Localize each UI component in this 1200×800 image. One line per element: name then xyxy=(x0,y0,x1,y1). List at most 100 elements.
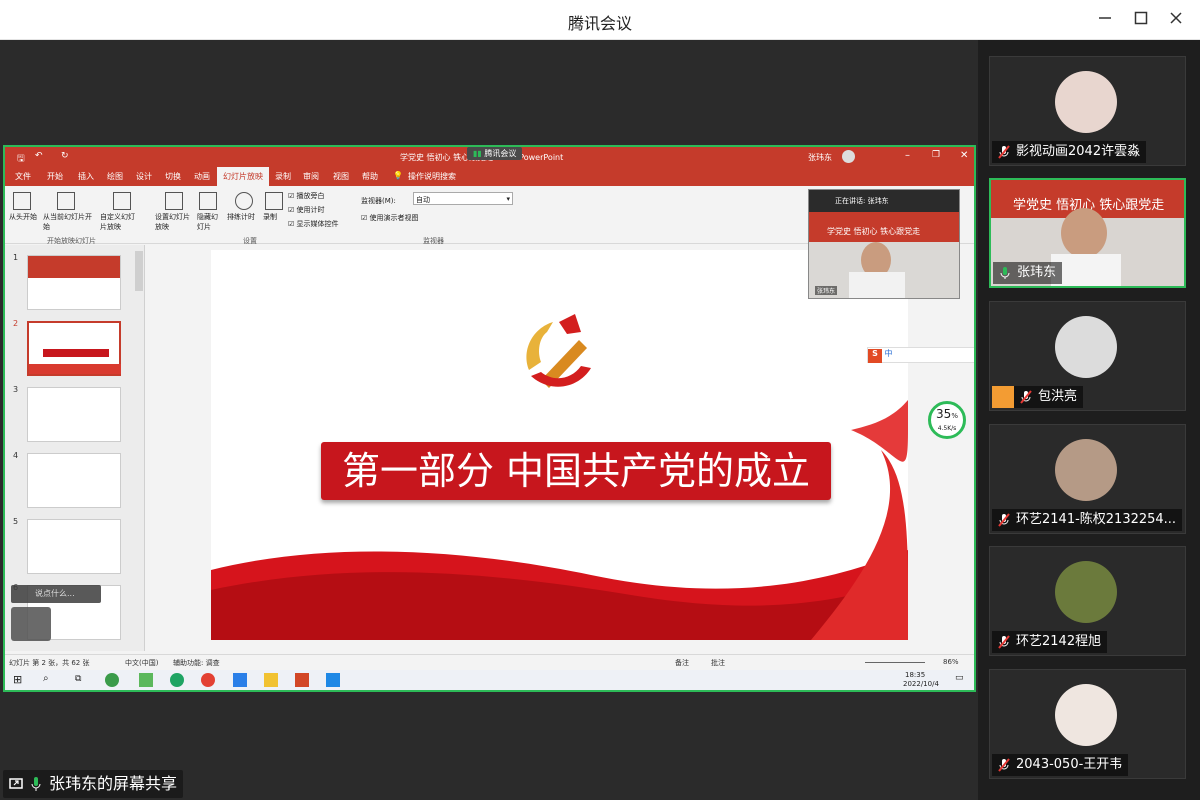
monitor-select[interactable]: 自动 ▾ xyxy=(413,192,513,205)
zoom-slider[interactable] xyxy=(865,662,925,663)
windows-start-icon[interactable]: ⊞ xyxy=(13,673,22,686)
slide-thumb-2[interactable] xyxy=(27,321,121,376)
record-icon[interactable] xyxy=(265,192,283,210)
tab-help[interactable]: 帮助 xyxy=(362,171,378,182)
tab-review[interactable]: 审阅 xyxy=(303,171,319,182)
rehearse-button[interactable]: 排练计时 xyxy=(227,212,255,222)
save-icon[interactable]: 🖫 xyxy=(17,151,25,167)
redo-icon[interactable]: ↻ xyxy=(61,151,69,161)
avatar xyxy=(1055,684,1117,746)
restore-icon[interactable]: ❐ xyxy=(932,150,940,160)
tab-animations[interactable]: 动画 xyxy=(194,171,210,182)
participant-tile[interactable]: 影视动画2042许雲淼 xyxy=(989,56,1186,166)
avatar xyxy=(1061,208,1107,258)
sogou-icon: S xyxy=(868,349,882,363)
slide-thumb-1[interactable] xyxy=(27,255,121,310)
play-from-current-icon[interactable] xyxy=(57,192,75,210)
speaker-pip[interactable]: 正在讲话: 张玮东 学党史 悟初心 铁心跟党走 张玮东 xyxy=(808,189,960,299)
tab-slideshow[interactable]: 幻灯片放映 xyxy=(217,167,269,186)
user-avatar-icon[interactable] xyxy=(842,150,855,163)
share-icon xyxy=(9,778,23,789)
close-icon xyxy=(1170,12,1182,24)
participant-tile[interactable]: 环艺2141-陈权2132254... xyxy=(989,424,1186,534)
mic-active-icon xyxy=(1000,267,1010,279)
participant-tile[interactable]: 包洪亮 xyxy=(989,301,1186,411)
network-speed-widget[interactable]: 35% 4.5K/s xyxy=(928,401,966,439)
tab-home[interactable]: 开始 xyxy=(47,171,63,182)
hide-slide-button[interactable]: 隐藏幻灯片 xyxy=(197,212,221,232)
list-icon[interactable] xyxy=(11,607,51,641)
setup-button[interactable]: 设置幻灯片放映 xyxy=(155,212,195,232)
setup-icon[interactable] xyxy=(165,192,183,210)
window-title: 腾讯会议 xyxy=(567,14,632,33)
play-from-start-icon[interactable] xyxy=(13,192,31,210)
slide-thumb-3[interactable] xyxy=(27,387,121,442)
chat-input-hint[interactable]: 说点什么... xyxy=(11,585,101,603)
minimize-button[interactable] xyxy=(1093,8,1117,32)
group-setup-label: 设置 xyxy=(243,237,257,245)
participant-tile[interactable]: 环艺2142程旭 xyxy=(989,546,1186,656)
zoom-level[interactable]: 86% xyxy=(943,658,959,666)
record-button[interactable]: 录制 xyxy=(263,212,277,222)
feishu-icon[interactable] xyxy=(233,673,247,687)
ppt-status-bar: 幻灯片 第 2 张，共 62 张 中文(中国) 辅助功能: 调查 备注 批注 8… xyxy=(5,654,974,670)
comments-button[interactable]: 批注 xyxy=(711,658,725,668)
hide-slide-icon[interactable] xyxy=(199,192,217,210)
ribbon-tabs: 文件 开始 插入 绘图 设计 切换 动画 幻灯片放映 录制 审阅 视图 帮助 💡… xyxy=(5,167,974,186)
folder-icon[interactable] xyxy=(264,673,278,687)
narration-checkbox[interactable]: ☑ 播放旁白 xyxy=(288,191,325,201)
clock-date: 2022/10/4 xyxy=(903,680,939,688)
screen-share-label[interactable]: 张玮东的屏幕共享 xyxy=(3,770,184,798)
tab-draw[interactable]: 绘图 xyxy=(107,171,123,182)
accessibility[interactable]: 辅助功能: 调查 xyxy=(173,658,220,668)
notification-icon[interactable]: ▭ xyxy=(955,673,964,683)
task-view-icon[interactable]: ⧉ xyxy=(75,674,81,684)
maximize-button[interactable] xyxy=(1129,8,1153,32)
from-current-button[interactable]: 从当前幻灯片开始 xyxy=(43,212,93,232)
shared-screen[interactable]: 🖫 ↶ ↻ 学党史 悟初心 铁心跟党走 - 30 - PowerPoint ▮▮… xyxy=(3,145,976,692)
ime-toolbar[interactable]: S 中 xyxy=(867,347,974,363)
thumb-scrollbar[interactable] xyxy=(135,251,143,291)
notes-button[interactable]: 备注 xyxy=(675,658,689,668)
tab-insert[interactable]: 插入 xyxy=(78,171,94,182)
ppt-user: 张玮东 xyxy=(808,153,832,162)
title-bar: 腾讯会议 xyxy=(0,0,1200,40)
participant-tile[interactable]: 2043-050-王开韦 xyxy=(989,669,1186,779)
pip-video: 学党史 悟初心 铁心跟党走 张玮东 xyxy=(809,212,959,298)
tell-me-search[interactable]: 操作说明搜索 xyxy=(408,171,456,182)
minimize-icon[interactable]: – xyxy=(905,150,910,161)
thumb-number: 3 xyxy=(13,385,19,394)
participant-name: 环艺2141-陈权2132254... xyxy=(992,509,1183,531)
slide-thumb-5[interactable] xyxy=(27,519,121,574)
pen-icon[interactable] xyxy=(139,673,153,687)
slide-canvas[interactable]: 第一部分 中国共产党的成立 xyxy=(211,250,908,640)
slide-thumb-4[interactable] xyxy=(27,453,121,508)
chrome-icon[interactable] xyxy=(201,673,215,687)
party-emblem-icon xyxy=(526,314,591,388)
presenter-view-checkbox[interactable]: ☑ 使用演示者视图 xyxy=(361,213,419,223)
ime-mode[interactable]: 中 xyxy=(885,349,893,358)
rehearse-icon[interactable] xyxy=(235,192,253,210)
tencent-meeting-icon[interactable] xyxy=(326,673,340,687)
undo-icon[interactable]: ↶ xyxy=(35,151,43,161)
tab-transitions[interactable]: 切换 xyxy=(165,171,181,182)
powerpoint-icon[interactable] xyxy=(295,673,309,687)
tab-file[interactable]: 文件 xyxy=(15,171,31,182)
close-button[interactable] xyxy=(1164,8,1188,32)
tab-record[interactable]: 录制 xyxy=(275,171,291,182)
tab-design[interactable]: 设计 xyxy=(136,171,152,182)
edge-icon[interactable] xyxy=(170,673,184,687)
wechat-icon[interactable] xyxy=(105,673,119,687)
pip-name: 张玮东 xyxy=(815,286,838,295)
participant-tile-active[interactable]: 学党史 悟初心 铁心跟党走 张玮东 xyxy=(989,178,1186,288)
close-icon[interactable]: ✕ xyxy=(960,150,968,161)
search-icon[interactable]: ⌕ xyxy=(43,673,49,684)
from-start-button[interactable]: 从头开始 xyxy=(9,212,37,222)
group-monitor-label: 监视器 xyxy=(423,237,444,245)
custom-show-button[interactable]: 自定义幻灯片放映 xyxy=(100,212,140,232)
custom-show-icon[interactable] xyxy=(113,192,131,210)
media-checkbox[interactable]: ☑ 显示媒体控件 xyxy=(288,219,339,229)
timing-checkbox[interactable]: ☑ 使用计时 xyxy=(288,205,325,215)
maximize-icon xyxy=(1134,11,1148,25)
tab-view[interactable]: 视图 xyxy=(333,171,349,182)
